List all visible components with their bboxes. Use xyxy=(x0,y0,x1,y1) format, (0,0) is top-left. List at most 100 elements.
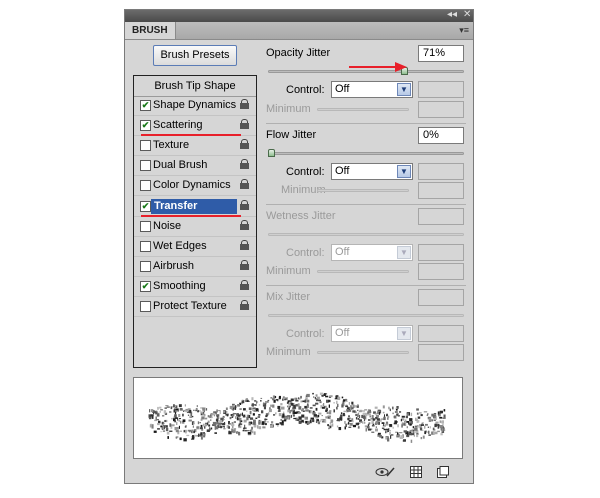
wetness-minimum-slider[interactable] xyxy=(317,270,409,273)
divider xyxy=(266,123,466,124)
wetness-control-field[interactable] xyxy=(418,244,464,261)
sidebar-item-label: Shape Dynamics xyxy=(153,99,237,111)
mix-minimum-field[interactable] xyxy=(418,344,464,361)
mix-jitter-field[interactable] xyxy=(418,289,464,306)
lock-icon[interactable] xyxy=(240,199,249,211)
panel-titlebar: ◂◂ ✕ xyxy=(125,9,473,22)
opacity-control-label: Control: xyxy=(286,84,325,96)
sidebar-item-texture[interactable]: Texture xyxy=(134,136,256,157)
flow-jitter-slider[interactable] xyxy=(268,152,464,155)
lock-icon[interactable] xyxy=(240,239,249,251)
chevron-down-icon: ▼ xyxy=(397,327,411,340)
mix-control-field[interactable] xyxy=(418,325,464,342)
lock-icon[interactable] xyxy=(240,139,249,150)
sidebar-item-scattering[interactable]: ✔ Scattering xyxy=(134,116,256,137)
opacity-minimum-field[interactable] xyxy=(418,101,464,118)
brush-stroke-image xyxy=(148,392,446,443)
sidebar-item-smoothing[interactable]: ✔ Smoothing xyxy=(134,277,256,297)
mix-jitter-slider[interactable] xyxy=(268,314,464,317)
checkbox[interactable] xyxy=(140,180,151,192)
sidebar-item-airbrush[interactable]: Airbrush xyxy=(134,257,256,277)
sidebar-item-label: Dual Brush xyxy=(153,159,208,172)
panel-bottom-toolbar xyxy=(125,462,473,483)
eye-brush-icon[interactable] xyxy=(375,466,395,478)
wetness-control-label: Control: xyxy=(286,247,325,259)
checkbox[interactable] xyxy=(140,260,151,272)
brush-settings-list: Brush Tip Shape ✔ Shape Dynamics ✔ Scatteri… xyxy=(133,75,257,368)
opacity-minimum-slider[interactable] xyxy=(317,108,409,111)
wetness-jitter-slider[interactable] xyxy=(268,233,464,236)
mix-minimum-slider[interactable] xyxy=(317,351,409,354)
wetness-control-value: Off xyxy=(335,246,350,258)
sidebar-item-label: Scattering xyxy=(153,119,203,132)
collapse-icon[interactable]: ◂◂ xyxy=(447,9,457,21)
lock-icon[interactable] xyxy=(240,279,249,291)
sidebar-item-label: Texture xyxy=(153,139,190,152)
divider xyxy=(266,204,466,205)
chevron-down-icon: ▼ xyxy=(397,165,411,178)
chevron-down-icon: ▼ xyxy=(397,246,411,259)
flow-control-label: Control: xyxy=(286,166,325,178)
wetness-jitter-label: Wetness Jitter xyxy=(266,210,336,222)
mix-jitter-label: Mix Jitter xyxy=(266,291,310,303)
checkbox[interactable] xyxy=(140,140,151,152)
sidebar-item-color-dynamics[interactable]: Color Dynamics xyxy=(134,176,256,197)
checkbox[interactable]: ✔ xyxy=(140,120,151,132)
mix-control-select[interactable]: Off ▼ xyxy=(331,325,413,342)
panel-tab-row: BRUSH ▾≡ xyxy=(125,22,473,40)
new-brush-icon[interactable] xyxy=(437,466,449,478)
brush-presets-button[interactable]: Brush Presets xyxy=(153,45,237,66)
opacity-control-value: Off xyxy=(335,83,350,95)
checkbox[interactable]: ✔ xyxy=(140,100,151,111)
lock-icon[interactable] xyxy=(240,179,249,190)
opacity-control-field[interactable] xyxy=(418,81,464,98)
checkbox[interactable] xyxy=(140,240,151,252)
lock-icon[interactable] xyxy=(240,219,249,231)
sidebar-item-label: Wet Edges xyxy=(153,239,207,252)
flow-jitter-thumb[interactable] xyxy=(268,149,275,157)
checkbox[interactable] xyxy=(140,160,151,172)
lock-icon[interactable] xyxy=(240,259,249,271)
wetness-control-select[interactable]: Off ▼ xyxy=(331,244,413,261)
chevron-down-icon: ▼ xyxy=(397,83,411,96)
sidebar-item-label: Smoothing xyxy=(153,279,206,292)
wetness-jitter-field[interactable] xyxy=(418,208,464,225)
mix-control-label: Control: xyxy=(286,328,325,340)
lock-icon[interactable] xyxy=(240,119,249,130)
red-arrow-annotation xyxy=(349,62,407,72)
sidebar-item-dual-brush[interactable]: Dual Brush xyxy=(134,156,256,177)
grid-panel-icon[interactable] xyxy=(410,466,422,478)
mix-control-value: Off xyxy=(335,327,350,339)
flow-control-select[interactable]: Off ▼ xyxy=(331,163,413,180)
sidebar-item-label: Noise xyxy=(153,219,182,232)
checkbox[interactable] xyxy=(140,301,151,312)
sidebar-item-transfer[interactable]: ✔ Transfer xyxy=(134,197,256,217)
lock-icon[interactable] xyxy=(240,300,249,311)
sidebar-item-protect-texture[interactable]: Protect Texture xyxy=(134,297,256,317)
flow-control-field[interactable] xyxy=(418,163,464,180)
brush-panel: ◂◂ ✕ BRUSH ▾≡ Brush Presets Brush Tip Sh… xyxy=(124,9,474,484)
brush-tip-shape-item[interactable]: Brush Tip Shape xyxy=(134,76,256,97)
sidebar-item-noise[interactable]: Noise xyxy=(134,217,256,237)
checkbox[interactable]: ✔ xyxy=(140,200,151,212)
tab-brush[interactable]: BRUSH xyxy=(125,22,176,39)
opacity-control-select[interactable]: Off ▼ xyxy=(331,81,413,98)
flow-control-value: Off xyxy=(335,165,350,177)
lock-icon[interactable] xyxy=(240,159,249,170)
lock-icon[interactable] xyxy=(240,99,249,110)
wetness-minimum-field[interactable] xyxy=(418,263,464,280)
opacity-jitter-label: Opacity Jitter xyxy=(266,47,331,59)
close-icon[interactable]: ✕ xyxy=(463,9,471,21)
flow-jitter-field[interactable]: 0% xyxy=(418,127,464,144)
checkbox[interactable]: ✔ xyxy=(140,280,151,292)
checkbox[interactable] xyxy=(140,220,151,232)
flow-minimum-slider[interactable] xyxy=(317,189,409,192)
opacity-minimum-label: Minimum xyxy=(266,103,311,115)
panel-menu-icon[interactable]: ▾≡ xyxy=(459,25,469,36)
flow-jitter-label: Flow Jitter xyxy=(266,129,317,141)
sidebar-item-label: Transfer xyxy=(151,198,237,214)
sidebar-item-shape-dynamics[interactable]: ✔ Shape Dynamics xyxy=(134,96,256,116)
opacity-jitter-field[interactable]: 71% xyxy=(418,45,464,62)
flow-minimum-field[interactable] xyxy=(418,182,464,199)
sidebar-item-wet-edges[interactable]: Wet Edges xyxy=(134,237,256,257)
